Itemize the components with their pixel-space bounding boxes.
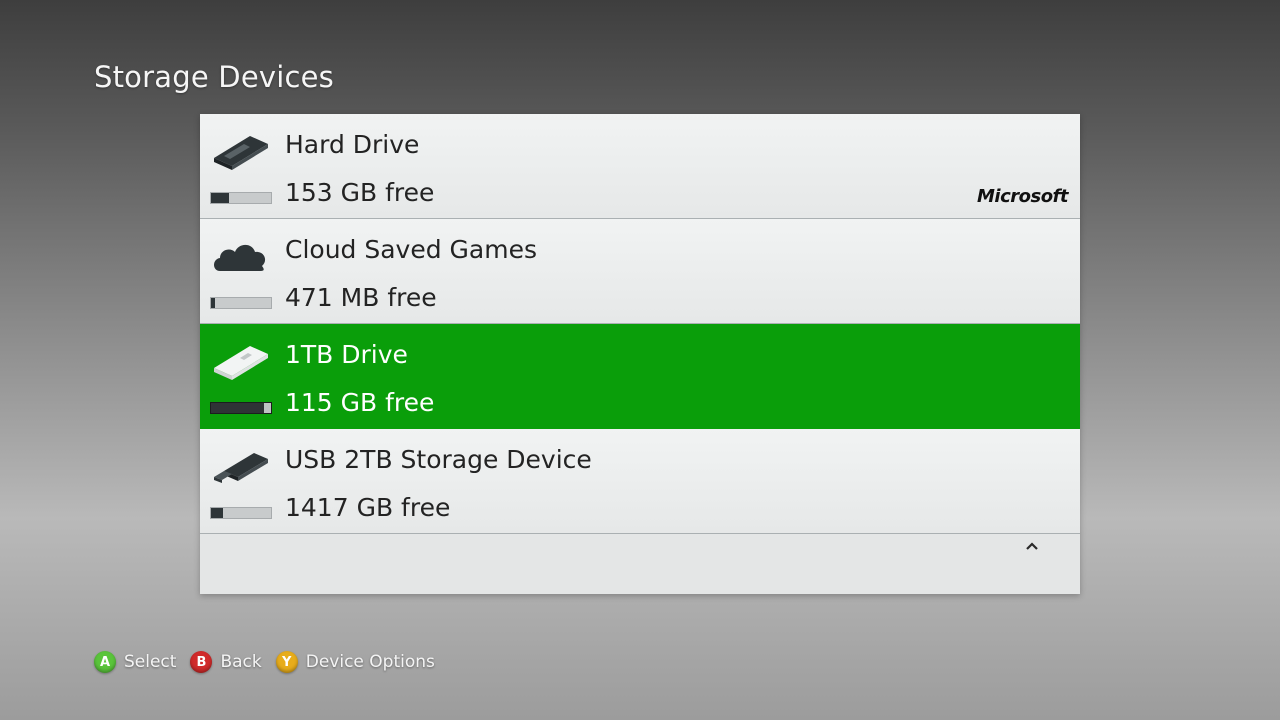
device-free-space: 115 GB free [285, 388, 435, 417]
usb-stick-icon [214, 453, 268, 483]
hint-select-label: Select [124, 652, 177, 672]
b-button-icon: B [190, 651, 213, 673]
device-free-space: 471 MB free [285, 283, 437, 312]
device-row-usb-2tb[interactable]: USB 2TB Storage Device 1417 GB free [200, 429, 1080, 534]
capacity-bar-fill [211, 298, 215, 308]
capacity-bar-fill [211, 193, 229, 203]
hard-drive-icon [214, 136, 268, 170]
device-row-hard-drive[interactable]: Hard Drive 153 GB free Microsoft [200, 114, 1080, 219]
device-free-space: 153 GB free [285, 178, 435, 207]
hint-back[interactable]: B Back [190, 651, 262, 673]
device-row-1tb-drive[interactable]: 1TB Drive 115 GB free [200, 324, 1080, 429]
device-name: USB 2TB Storage Device [285, 445, 592, 474]
button-hints: A Select B Back Y Device Options [94, 650, 449, 674]
device-row-cloud-saved-games[interactable]: Cloud Saved Games 471 MB free [200, 219, 1080, 324]
device-name: 1TB Drive [285, 340, 408, 369]
y-button-icon: Y [275, 651, 298, 673]
device-name: Hard Drive [285, 130, 420, 159]
hint-back-label: Back [220, 652, 262, 672]
scroll-up-icon[interactable] [1022, 536, 1042, 552]
page-title: Storage Devices [94, 60, 334, 94]
device-free-space: 1417 GB free [285, 493, 451, 522]
hint-select[interactable]: A Select [94, 651, 176, 673]
storage-device-list: Hard Drive 153 GB free Microsoft Cloud S… [200, 114, 1080, 594]
microsoft-logo: Microsoft [976, 186, 1069, 207]
capacity-bar [210, 402, 272, 414]
cloud-icon [214, 244, 266, 271]
capacity-bar [210, 297, 272, 309]
device-name: Cloud Saved Games [285, 235, 537, 264]
capacity-bar-fill [263, 403, 271, 413]
hint-device-options-label: Device Options [305, 652, 435, 672]
hint-device-options[interactable]: Y Device Options [275, 651, 435, 673]
capacity-bar [210, 507, 272, 519]
capacity-bar-fill [211, 508, 223, 518]
a-button-icon: A [94, 651, 116, 673]
usb-drive-icon [214, 346, 268, 380]
capacity-bar [210, 192, 272, 204]
